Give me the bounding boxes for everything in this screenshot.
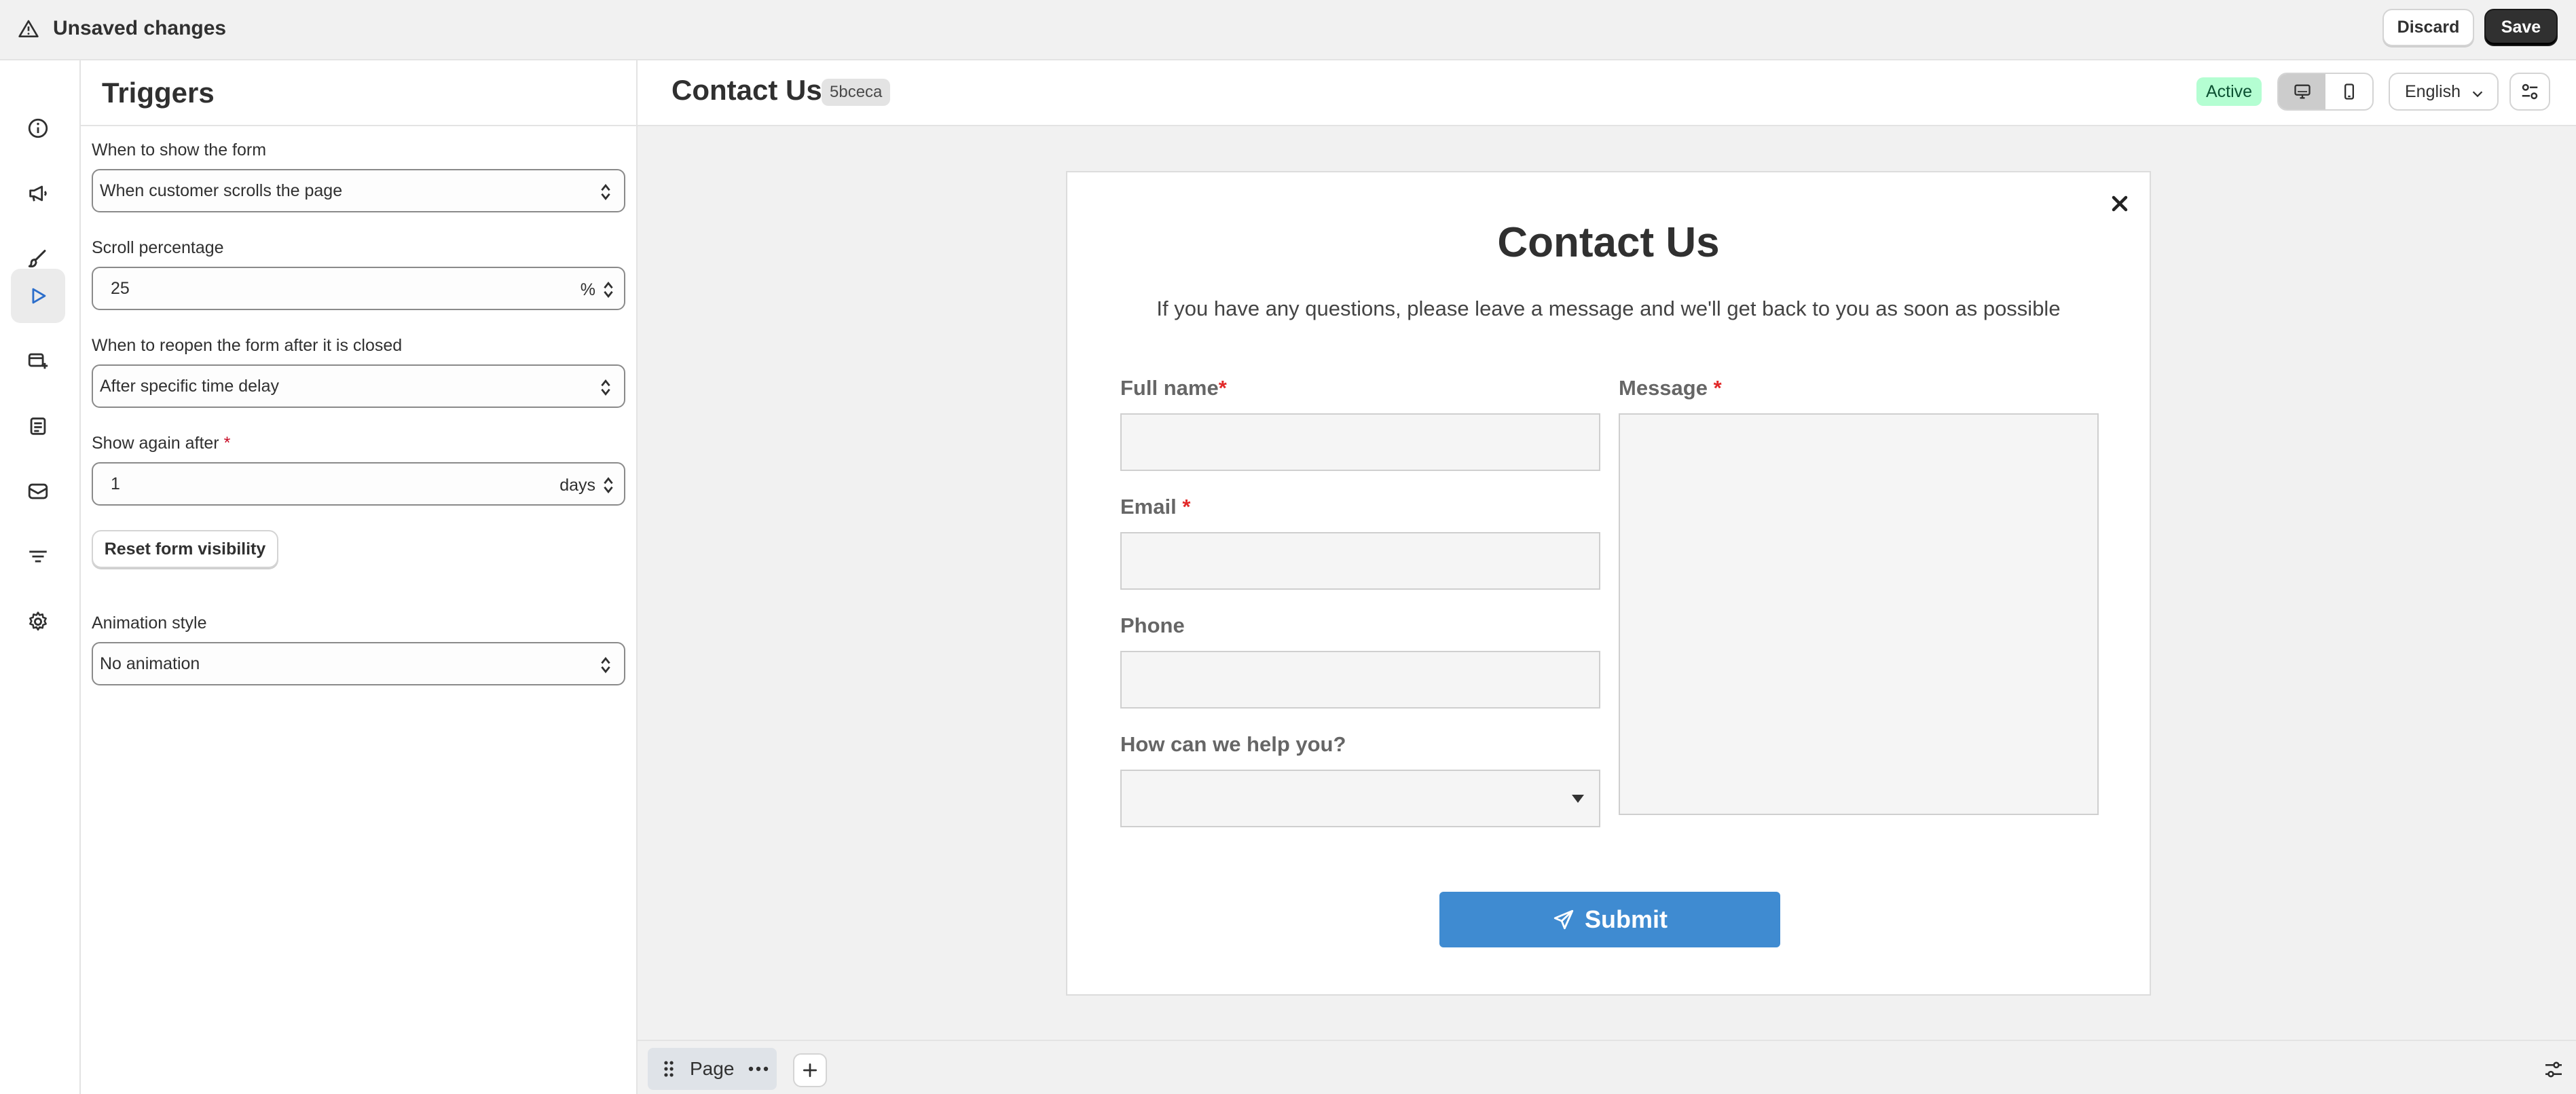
rail-item-filters[interactable] <box>11 529 65 584</box>
show-form-select[interactable]: When customer scrolls the page <box>92 169 625 212</box>
form-icon <box>28 353 48 369</box>
phone-label: Phone <box>1120 614 1185 637</box>
message-field[interactable] <box>1619 413 2099 815</box>
message-label: Message * <box>1619 376 1722 400</box>
sliders-icon <box>2545 1061 2562 1078</box>
filter-icon <box>29 550 47 563</box>
email-field[interactable] <box>1120 532 1600 590</box>
caret-down-icon <box>1572 795 1584 803</box>
reset-visibility-button[interactable]: Reset form visibility <box>92 530 278 568</box>
required-asterisk: * <box>1182 495 1191 518</box>
panel-title: Triggers <box>102 76 215 109</box>
reopen-label: When to reopen the form after it is clos… <box>92 336 403 355</box>
report-icon <box>30 417 46 435</box>
send-icon <box>1553 909 1574 930</box>
form-subtitle: If you have any questions, please leave … <box>1156 297 2061 320</box>
megaphone-icon <box>29 185 47 202</box>
show-again-label-text: Show again after <box>92 434 219 453</box>
rail-item-forms[interactable] <box>11 334 65 388</box>
email-label: Email * <box>1120 495 1190 519</box>
page-tab[interactable]: Page <box>648 1048 777 1090</box>
form-preview-card: Contact Us If you have any questions, pl… <box>1066 171 2151 996</box>
full-name-label-text: Full name <box>1120 376 1219 400</box>
animation-style-value: No animation <box>100 654 200 673</box>
show-again-value: 1 <box>111 474 120 493</box>
select-arrows-icon <box>601 183 610 201</box>
select-arrows-icon <box>601 379 610 396</box>
save-button[interactable]: Save <box>2484 9 2558 46</box>
customize-icon <box>2522 83 2538 100</box>
drag-handle-icon[interactable] <box>661 1060 676 1078</box>
device-toggle <box>2277 73 2374 111</box>
info-icon <box>28 118 48 138</box>
plus-icon <box>803 1063 817 1078</box>
customize-button[interactable] <box>2509 73 2550 111</box>
close-icon[interactable] <box>2108 191 2132 216</box>
submit-label: Submit <box>1585 905 1668 933</box>
chevron-down-icon <box>2472 91 2483 98</box>
panel-header: Triggers <box>81 60 636 126</box>
rail-item-settings[interactable] <box>11 595 65 649</box>
play-icon <box>32 288 46 304</box>
language-select[interactable]: English <box>2389 73 2499 111</box>
preview-header: Contact Us 5bceca Active English <box>638 60 2576 126</box>
full-name-field[interactable] <box>1120 413 1600 471</box>
reopen-value: After specific time delay <box>100 376 279 396</box>
desktop-icon <box>2294 84 2311 99</box>
scroll-percentage-input[interactable]: 25 % <box>92 267 625 310</box>
brush-icon <box>28 250 46 267</box>
full-name-label: Full name* <box>1120 376 1227 400</box>
select-arrows-icon <box>601 656 610 674</box>
preview-settings-button[interactable] <box>2539 1055 2569 1084</box>
page-tab-label: Page <box>690 1058 735 1079</box>
animation-style-select[interactable]: No animation <box>92 642 625 685</box>
show-again-label: Show again after * <box>92 434 230 453</box>
submit-button[interactable]: Submit <box>1439 892 1780 947</box>
rail-item-announcement[interactable] <box>11 166 65 221</box>
more-icon[interactable] <box>748 1065 769 1072</box>
message-label-text: Message <box>1619 376 1708 400</box>
show-form-value: When customer scrolls the page <box>100 181 343 200</box>
required-asterisk: * <box>1713 376 1722 400</box>
required-asterisk: * <box>223 434 231 453</box>
bottom-bar: Page <box>638 1040 2576 1094</box>
percent-suffix: % <box>580 280 595 299</box>
days-suffix: days <box>559 476 595 495</box>
mail-icon <box>28 483 48 499</box>
add-page-button[interactable] <box>793 1053 827 1087</box>
stepper-icon[interactable] <box>602 280 614 299</box>
animation-style-label: Animation style <box>92 614 207 633</box>
rail-item-info[interactable] <box>11 101 65 155</box>
rail-item-email[interactable] <box>11 464 65 518</box>
language-value: English <box>2405 81 2461 101</box>
warning-icon <box>18 20 39 37</box>
gear-icon <box>29 611 47 631</box>
mobile-icon <box>2344 83 2354 100</box>
left-rail <box>0 60 81 1094</box>
unsaved-changes-title: Unsaved changes <box>53 17 227 39</box>
email-label-text: Email <box>1120 495 1177 518</box>
reopen-select[interactable]: After specific time delay <box>92 364 625 408</box>
triggers-panel: Triggers When to show the form When cust… <box>81 60 638 1094</box>
required-asterisk: * <box>1218 376 1227 400</box>
phone-field[interactable] <box>1120 651 1600 709</box>
rail-item-triggers[interactable] <box>11 269 65 323</box>
show-form-label: When to show the form <box>92 140 267 159</box>
status-badge: Active <box>2196 77 2262 106</box>
rail-item-reports[interactable] <box>11 399 65 453</box>
scroll-percentage-label: Scroll percentage <box>92 238 224 257</box>
help-select[interactable] <box>1120 770 1600 827</box>
form-title: Contact Us <box>1497 219 1720 266</box>
show-again-input[interactable]: 1 days <box>92 462 625 506</box>
form-name-title: Contact Us <box>671 74 822 106</box>
top-bar: Unsaved changes Discard Save <box>0 0 2576 60</box>
stepper-icon[interactable] <box>602 476 614 495</box>
desktop-view-button[interactable] <box>2279 74 2325 109</box>
mobile-view-button[interactable] <box>2325 74 2372 109</box>
help-label: How can we help you? <box>1120 732 1346 756</box>
discard-button[interactable]: Discard <box>2382 9 2474 46</box>
form-id-badge: 5bceca <box>822 79 891 106</box>
scroll-percentage-value: 25 <box>111 278 130 298</box>
